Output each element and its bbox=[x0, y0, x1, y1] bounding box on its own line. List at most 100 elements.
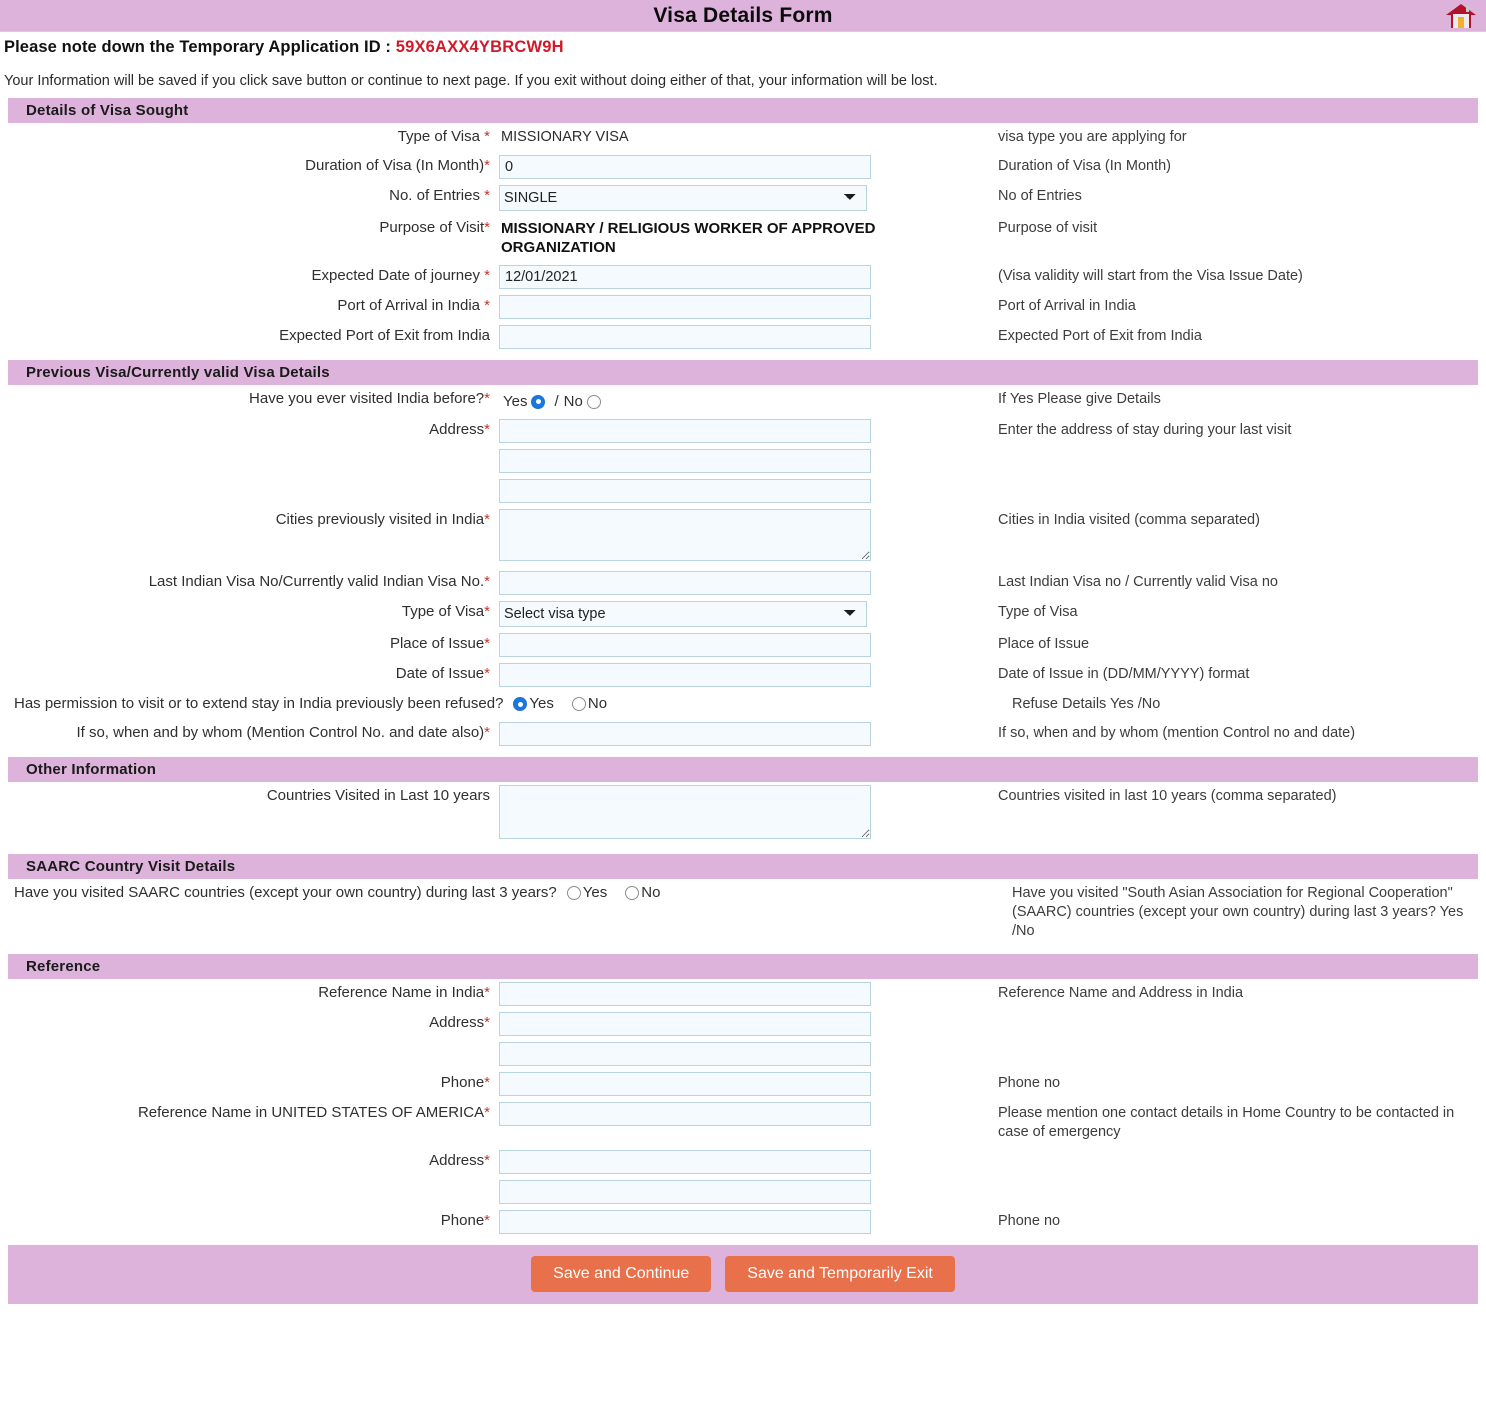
address-line3-input[interactable] bbox=[499, 479, 871, 503]
value-place-issue-wrap bbox=[499, 630, 986, 660]
ref-name-india-input[interactable] bbox=[499, 982, 871, 1006]
label-visited-saarc-text: Have you visited SAARC countries (except… bbox=[14, 884, 557, 901]
label-ref-address-home-line2 bbox=[0, 1177, 499, 1185]
address-line2-input[interactable] bbox=[499, 449, 871, 473]
section-body-other-information: Countries Visited in Last 10 years Count… bbox=[0, 782, 1486, 854]
required-marker: * bbox=[484, 984, 490, 1001]
refused-details-input[interactable] bbox=[499, 722, 871, 746]
value-duration-wrap bbox=[499, 152, 986, 182]
value-ref-name-india-wrap bbox=[499, 979, 986, 1009]
value-journey-date-wrap bbox=[499, 262, 986, 292]
ref-address-home-line2-input[interactable] bbox=[499, 1180, 871, 1204]
value-ref-name-home-wrap bbox=[499, 1099, 986, 1129]
required-marker: * bbox=[484, 1014, 490, 1031]
section-body-saarc: Have you visited SAARC countries (except… bbox=[0, 879, 1486, 954]
entries-select[interactable]: SINGLE bbox=[499, 185, 867, 211]
radio-label-no: No bbox=[563, 393, 583, 410]
help-duration: Duration of Visa (In Month) bbox=[998, 158, 1172, 174]
last-visa-no-input[interactable] bbox=[499, 571, 871, 595]
help-port-exit: Expected Port of Exit from India bbox=[998, 328, 1202, 344]
page-title-bar: Visa Details Form bbox=[0, 0, 1486, 32]
value-visited-before-wrap: Yes / No bbox=[499, 385, 986, 416]
radio-visited-before-yes[interactable] bbox=[531, 394, 546, 409]
section-header-previous-visa: Previous Visa/Currently valid Visa Detai… bbox=[8, 360, 1478, 385]
label-refused-details: If so, when and by whom (Mention Control… bbox=[0, 719, 499, 747]
ref-phone-home-input[interactable] bbox=[499, 1210, 871, 1234]
label-visited-before: Have you ever visited India before?* bbox=[0, 385, 499, 413]
help-address: Enter the address of stay during your la… bbox=[998, 422, 1292, 438]
address-line1-input[interactable] bbox=[499, 419, 871, 443]
required-marker: * bbox=[484, 1104, 490, 1121]
help-countries-visited: Countries visited in last 10 years (comm… bbox=[998, 788, 1337, 804]
duration-input[interactable] bbox=[499, 155, 871, 179]
home-icon[interactable] bbox=[1444, 1, 1478, 31]
label-duration: Duration of Visa (In Month)* bbox=[0, 152, 499, 180]
required-marker: * bbox=[484, 724, 490, 741]
label-text: Type of Visa bbox=[401, 603, 485, 620]
value-purpose: MISSIONARY / RELIGIOUS WORKER OF APPROVE… bbox=[501, 220, 876, 256]
label-text: Purpose of Visit bbox=[379, 219, 485, 236]
label-ref-phone-home: Phone* bbox=[0, 1207, 499, 1235]
help-place-issue: Place of Issue bbox=[998, 636, 1090, 652]
field-row-visited-saarc: Have you visited SAARC countries (except… bbox=[0, 879, 1486, 946]
label-address: Address* bbox=[0, 416, 499, 444]
ref-address-india-line1-input[interactable] bbox=[499, 1012, 871, 1036]
required-marker: * bbox=[484, 297, 490, 314]
ref-phone-india-input[interactable] bbox=[499, 1072, 871, 1096]
label-type-of-visa: Type of Visa * bbox=[0, 123, 499, 151]
field-row-ref-address-home: Address* bbox=[0, 1147, 1486, 1177]
required-marker: * bbox=[484, 511, 490, 528]
help-visited-saarc: Have you visited "South Asian Associatio… bbox=[1012, 885, 1464, 939]
value-entries-wrap: SINGLE bbox=[499, 182, 986, 214]
field-row-refused-details: If so, when and by whom (Mention Control… bbox=[0, 719, 1486, 749]
field-row-address-line3 bbox=[0, 476, 1486, 506]
ref-address-india-line2-input[interactable] bbox=[499, 1042, 871, 1066]
label-prev-visa-type: Type of Visa* bbox=[0, 598, 499, 626]
ref-address-home-line1-input[interactable] bbox=[499, 1150, 871, 1174]
radio-saarc-no[interactable] bbox=[625, 886, 640, 900]
section-body-reference: Reference Name in India* Reference Name … bbox=[0, 979, 1486, 1245]
port-exit-input[interactable] bbox=[499, 325, 871, 349]
label-port-arrival: Port of Arrival in India * bbox=[0, 292, 499, 320]
radio-saarc-yes[interactable] bbox=[566, 886, 581, 900]
date-issue-input[interactable] bbox=[499, 663, 871, 687]
section-header-other-information: Other Information bbox=[8, 757, 1478, 782]
field-row-address: Address* Enter the address of stay durin… bbox=[0, 416, 1486, 446]
ref-name-home-input[interactable] bbox=[499, 1102, 871, 1126]
required-marker: * bbox=[484, 1074, 490, 1091]
save-and-continue-button[interactable]: Save and Continue bbox=[531, 1256, 712, 1292]
label-ref-address-home: Address* bbox=[0, 1147, 499, 1175]
label-place-issue: Place of Issue* bbox=[0, 630, 499, 658]
value-ref-phone-home-wrap bbox=[499, 1207, 986, 1237]
cities-textarea[interactable] bbox=[499, 509, 871, 561]
required-marker: * bbox=[484, 157, 490, 174]
value-address-line2-wrap bbox=[499, 446, 986, 476]
value-purpose-wrap: MISSIONARY / RELIGIOUS WORKER OF APPROVE… bbox=[499, 214, 986, 262]
radio-refused-yes[interactable] bbox=[513, 697, 528, 711]
value-port-exit-wrap bbox=[499, 322, 986, 352]
field-row-address-line2 bbox=[0, 446, 1486, 476]
save-and-temporarily-exit-button[interactable]: Save and Temporarily Exit bbox=[725, 1256, 955, 1292]
label-ref-address-india-line2 bbox=[0, 1039, 499, 1047]
label-text: Date of Issue bbox=[395, 665, 485, 682]
journey-date-input[interactable] bbox=[499, 265, 871, 289]
countries-visited-textarea[interactable] bbox=[499, 785, 871, 839]
radio-visited-before-no[interactable] bbox=[586, 394, 601, 409]
field-row-ref-name-home: Reference Name in UNITED STATES OF AMERI… bbox=[0, 1099, 1486, 1147]
section-body-visa-sought: Type of Visa * MISSIONARY VISA visa type… bbox=[0, 123, 1486, 360]
value-countries-visited-wrap bbox=[499, 782, 986, 846]
radio-refused-no[interactable] bbox=[571, 697, 586, 711]
help-address-line2 bbox=[986, 446, 1486, 456]
help-journey-date: (Visa validity will start from the Visa … bbox=[998, 268, 1303, 284]
value-cities-wrap bbox=[499, 506, 986, 568]
field-row-port-arrival: Port of Arrival in India * Port of Arriv… bbox=[0, 292, 1486, 322]
port-arrival-input[interactable] bbox=[499, 295, 871, 319]
prev-visa-type-select[interactable]: Select visa type bbox=[499, 601, 867, 627]
label-text: Last Indian Visa No/Currently valid Indi… bbox=[148, 573, 485, 590]
place-issue-input[interactable] bbox=[499, 633, 871, 657]
radio-separator: / bbox=[554, 393, 559, 410]
label-ref-address-india: Address* bbox=[0, 1009, 499, 1037]
saarc-question-wrap: Have you visited SAARC countries (except… bbox=[14, 883, 991, 903]
